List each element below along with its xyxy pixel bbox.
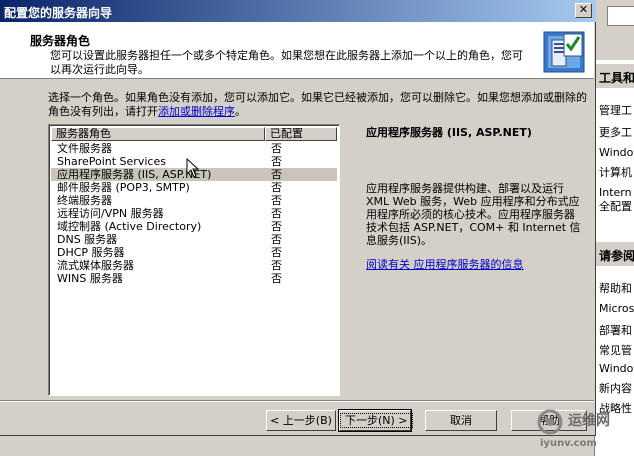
close-button[interactable]: ✕ <box>575 3 592 18</box>
button-separator <box>0 400 594 402</box>
background-window: 工具和 管理工 更多工 Window 计算机 Intern 全配置 请参阅 帮助… <box>594 0 634 456</box>
background-link[interactable]: 新内容 <box>599 380 632 396</box>
background-link[interactable]: 常见管 <box>599 342 632 358</box>
next-button-label: 下一步(N) > <box>340 413 413 428</box>
mouse-pointer-icon <box>186 158 200 178</box>
list-item[interactable]: DHCP 服务器 否 <box>51 246 337 259</box>
list-item[interactable]: 文件服务器 否 <box>51 142 337 155</box>
role-name: WINS 服务器 <box>57 272 123 285</box>
list-item[interactable]: DNS 服务器 否 <box>51 233 337 246</box>
column-header-configured[interactable]: 已配置 <box>265 127 337 141</box>
background-heading-tools: 工具和 <box>595 64 634 88</box>
list-item[interactable]: 终端服务器 否 <box>51 194 337 207</box>
role-configured: 否 <box>271 220 282 233</box>
column-header-role[interactable]: 服务器角色 <box>51 127 265 141</box>
watermark-url: iyunv.com <box>540 438 597 449</box>
background-link[interactable]: 帮助和 <box>599 280 632 296</box>
role-configured: 否 <box>271 207 282 220</box>
list-item[interactable]: 流式媒体服务器 否 <box>51 259 337 272</box>
background-link[interactable]: Micros <box>599 302 634 315</box>
next-button[interactable]: 下一步(N) > <box>338 409 413 432</box>
role-configured: 否 <box>271 155 282 168</box>
role-configured: 否 <box>271 142 282 155</box>
wizard-header: 服务器角色 您可以设置此服务器担任一个或多个特定角色。如果您想在此服务器上添加一… <box>0 22 594 79</box>
instructions-suffix: 。 <box>235 105 246 118</box>
role-configured: 否 <box>271 272 282 285</box>
list-header: 服务器角色 已配置 <box>51 127 337 141</box>
selected-role-description: 应用程序服务器提供构建、部署以及运行 XML Web 服务，Web 应用程序和分… <box>366 182 581 247</box>
server-wizard-icon <box>543 31 585 73</box>
background-link[interactable]: 计算机 <box>599 164 632 180</box>
role-name: 应用程序服务器 (IIS, ASP.NET) <box>57 168 212 181</box>
background-link[interactable]: 全配置 <box>599 198 632 214</box>
role-name: 远程访问/VPN 服务器 <box>57 207 164 220</box>
instructions-text: 选择一个角色。如果角色没有添加，您可以添加它。如果它已经被添加，您可以删除它。如… <box>48 91 588 119</box>
add-remove-programs-link[interactable]: 添加或删除程序 <box>158 105 235 118</box>
role-name: 流式媒体服务器 <box>57 259 134 272</box>
role-configured: 否 <box>271 181 282 194</box>
role-name: 文件服务器 <box>57 142 112 155</box>
list-item[interactable]: 远程访问/VPN 服务器 否 <box>51 207 337 220</box>
list-item[interactable]: 域控制器 (Active Directory) 否 <box>51 220 337 233</box>
background-link[interactable]: Window <box>599 146 634 159</box>
read-about-role-link[interactable]: 阅读有关 应用程序服务器的信息 <box>366 256 524 272</box>
watermark-logo-icon <box>537 409 563 435</box>
list-item[interactable]: WINS 服务器 否 <box>51 272 337 285</box>
instructions-body: 选择一个角色。如果角色没有添加，您可以添加它。如果它已经被添加，您可以删除它。如… <box>48 91 587 118</box>
role-configured: 否 <box>271 246 282 259</box>
role-name: 终端服务器 <box>57 194 112 207</box>
background-link[interactable]: 更多工 <box>599 124 632 140</box>
background-link[interactable]: Window <box>599 362 634 375</box>
role-configured: 否 <box>271 259 282 272</box>
list-item[interactable]: 邮件服务器 (POP3, SMTP) 否 <box>51 181 337 194</box>
role-name: SharePoint Services <box>57 155 166 168</box>
dialog-title-bar[interactable]: 配置您的服务器向导 ✕ <box>0 0 596 22</box>
page-description: 您可以设置此服务器担任一个或多个特定角色。如果您想在此服务器上添加一个以上的角色… <box>50 49 523 76</box>
cancel-button[interactable]: 取消 <box>425 410 497 431</box>
role-configured: 否 <box>271 168 282 181</box>
back-button[interactable]: < 上一步(B) <box>266 410 336 431</box>
page-title: 服务器角色 <box>30 34 91 48</box>
role-name: DHCP 服务器 <box>57 246 125 259</box>
background-heading-see-also: 请参阅 <box>595 242 634 266</box>
selected-role-title: 应用程序服务器 (IIS, ASP.NET) <box>366 126 532 139</box>
role-configured: 否 <box>271 233 282 246</box>
role-name: 域控制器 (Active Directory) <box>57 220 202 233</box>
site-watermark: 运维网 iyunv.com <box>536 406 632 454</box>
watermark-text: 运维网 <box>568 413 610 429</box>
role-name: 邮件服务器 (POP3, SMTP) <box>57 181 190 194</box>
close-icon: ✕ <box>578 3 589 16</box>
background-link[interactable]: 部署和 <box>599 322 632 338</box>
configure-server-wizard-dialog: 配置您的服务器向导 ✕ 服务器角色 您可以设置此服务器担任一个或多个特定角色。如… <box>0 0 596 436</box>
background-search-input[interactable] <box>607 6 634 26</box>
dialog-title: 配置您的服务器向导 <box>4 6 113 20</box>
background-link[interactable]: 管理工 <box>599 102 632 118</box>
role-name: DNS 服务器 <box>57 233 118 246</box>
role-configured: 否 <box>271 194 282 207</box>
